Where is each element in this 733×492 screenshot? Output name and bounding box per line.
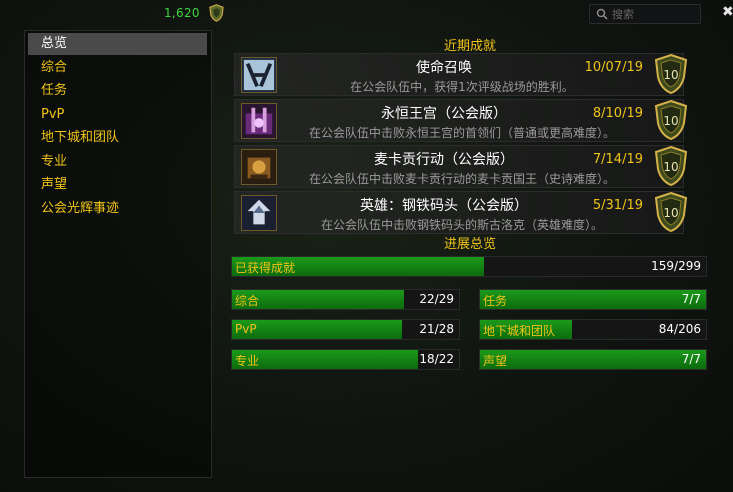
- progress-bar-dungeons-raids[interactable]: 地下城和团队 84/206: [479, 319, 707, 340]
- guild-shield-icon: [209, 4, 224, 22]
- achievement-points: 10: [663, 160, 678, 174]
- achievement-description: 在公会队伍中，获得1次评级战场的胜利。: [350, 80, 574, 94]
- progress-overview-heading: 进展总览: [443, 237, 496, 252]
- progress-bar-pvp[interactable]: PvP 21/28: [231, 319, 460, 340]
- achievement-points: 10: [663, 206, 678, 220]
- achievement-points-shield-icon: 10: [654, 99, 688, 141]
- achievement-points: 10: [663, 68, 678, 82]
- achievement-row[interactable]: 永恒王宫（公会版） 8/10/19 在公会队伍中击败永恒王宫的首领们（普通或更高…: [234, 99, 684, 142]
- sidebar-item-reputation[interactable]: 声望: [28, 174, 207, 196]
- progress-value: 84/206: [658, 322, 701, 336]
- progress-label: 声望: [483, 354, 508, 368]
- progress-value: 21/28: [419, 322, 454, 336]
- achievement-icon-iron-docks: [241, 195, 277, 231]
- progress-fill: [232, 350, 418, 369]
- achievement-row[interactable]: 使命召唤 10/07/19 在公会队伍中，获得1次评级战场的胜利。: [234, 53, 684, 96]
- search-input[interactable]: 搜索: [589, 4, 701, 24]
- recent-achievements-heading: 近期成就: [443, 39, 496, 54]
- sidebar-item-professions[interactable]: 专业: [28, 151, 207, 173]
- progress-fill: [480, 290, 706, 309]
- sidebar-item-dungeons-raids[interactable]: 地下城和团队: [28, 127, 207, 149]
- achievement-icon-eternal-palace: [241, 103, 277, 139]
- achievement-title: 英雄：钢铁码头（公会版）: [360, 198, 528, 214]
- achievement-date: 10/07/19: [584, 60, 643, 75]
- progress-label: 已获得成就: [235, 261, 296, 275]
- progress-bar-professions[interactable]: 专业 18/22: [231, 349, 460, 370]
- achievement-icon-mechagon: [241, 149, 277, 185]
- progress-bar-reputation[interactable]: 声望 7/7: [479, 349, 707, 370]
- sidebar-item-pvp[interactable]: PvP: [28, 104, 207, 126]
- category-sidebar: 总览 综合 任务 PvP 地下城和团队 专业 声望 公会光辉事迹: [24, 30, 212, 478]
- progress-label: 任务: [483, 294, 508, 308]
- achievement-title: 使命召唤: [416, 60, 472, 76]
- achievement-row[interactable]: 麦卡贡行动（公会版） 7/14/19 在公会队伍中击败麦卡贡行动的麦卡贡国王（史…: [234, 145, 684, 188]
- progress-bar-quests[interactable]: 任务 7/7: [479, 289, 707, 310]
- achievement-points: 10: [663, 114, 678, 128]
- progress-value: 159/299: [651, 259, 701, 273]
- sidebar-item-guild-feats[interactable]: 公会光辉事迹: [28, 198, 207, 220]
- search-placeholder: 搜索: [612, 8, 634, 21]
- achievement-title: 永恒王宫（公会版）: [381, 106, 507, 122]
- progress-value: 18/22: [419, 352, 454, 366]
- achievement-date: 8/10/19: [592, 106, 643, 121]
- achievement-title: 麦卡贡行动（公会版）: [374, 152, 514, 168]
- progress-bar-general[interactable]: 综合 22/29: [231, 289, 460, 310]
- progress-value: 22/29: [419, 292, 454, 306]
- progress-fill: [232, 320, 403, 339]
- search-icon: [596, 8, 608, 20]
- progress-value: 7/7: [681, 292, 701, 306]
- sidebar-item-quests[interactable]: 任务: [28, 80, 207, 102]
- achievement-icon-call-to-arms: [241, 57, 277, 93]
- achievement-description: 在公会队伍中击败麦卡贡行动的麦卡贡国王（史诗难度）。: [308, 172, 615, 186]
- progress-value: 7/7: [681, 352, 701, 366]
- sidebar-item-general[interactable]: 综合: [28, 57, 207, 79]
- sidebar-item-overview[interactable]: 总览: [28, 33, 207, 55]
- progress-fill: [480, 350, 706, 369]
- progress-label: 地下城和团队: [483, 324, 556, 338]
- close-icon[interactable]: ✖: [722, 5, 733, 19]
- total-progress-bar[interactable]: 已获得成就 159/299: [231, 256, 707, 277]
- progress-label: PvP: [235, 322, 257, 336]
- achievement-description: 在公会队伍中击败钢铁码头的斯古洛克（英雄难度）。: [320, 218, 603, 232]
- achievement-points-shield-icon: 10: [654, 53, 688, 95]
- progress-label: 综合: [235, 294, 260, 308]
- achievement-points-shield-icon: 10: [654, 145, 688, 187]
- guild-points: 1,620: [164, 6, 200, 20]
- achievement-description: 在公会队伍中击败永恒王宫的首领们（普通或更高难度）。: [308, 126, 615, 140]
- achievement-date: 7/14/19: [592, 152, 643, 167]
- progress-label: 专业: [235, 354, 260, 368]
- achievement-date: 5/31/19: [592, 198, 643, 213]
- achievement-row[interactable]: 英雄：钢铁码头（公会版） 5/31/19 在公会队伍中击败钢铁码头的斯古洛克（英…: [234, 191, 684, 234]
- achievement-points-shield-icon: 10: [654, 191, 688, 233]
